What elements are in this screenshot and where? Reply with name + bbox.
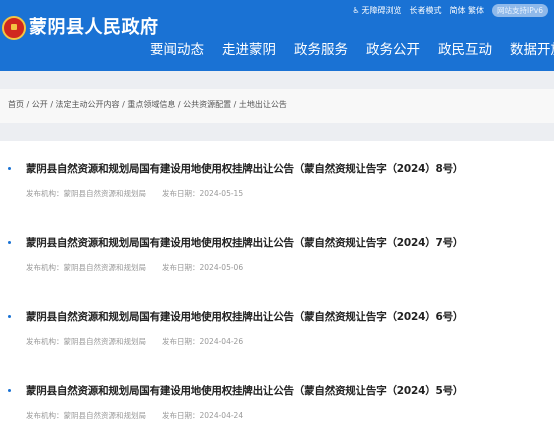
bullet-icon	[8, 167, 11, 170]
list-item: 蒙阴县自然资源和规划局国有建设用地使用权挂牌出让公告（蒙自然资规让告字（2024…	[0, 141, 554, 215]
accessibility-label: 无障碍浏览	[361, 6, 402, 15]
bottom-divider-band	[0, 123, 554, 141]
publish-date: 发布日期：2024-04-26	[162, 337, 244, 346]
ipv6-badge: 网站支持IPv6	[492, 4, 548, 17]
publish-date: 发布日期：2024-05-06	[162, 263, 244, 272]
article-list: 蒙阴县自然资源和规划局国有建设用地使用权挂牌出让公告（蒙自然资规让告字（2024…	[0, 141, 554, 437]
list-item: 蒙阴县自然资源和规划局国有建设用地使用权挂牌出让公告（蒙自然资规让告字（2024…	[0, 289, 554, 363]
article-title-link[interactable]: 蒙阴县自然资源和规划局国有建设用地使用权挂牌出让公告（蒙自然资规让告字（2024…	[10, 383, 554, 398]
site-title[interactable]: 蒙阴县人民政府	[29, 13, 159, 39]
traditional-link[interactable]: 繁体	[468, 6, 484, 15]
utility-bar: ♿ 无障碍浏览 长者模式 简体 繁体 网站支持IPv6	[352, 4, 548, 17]
nav-item-interaction[interactable]: 政民互动	[438, 38, 492, 58]
nav-item-about[interactable]: 走进蒙阴	[222, 38, 276, 58]
publisher-label: 发布机构：蒙阴县自然资源和规划局	[26, 189, 146, 198]
list-item: 蒙阴县自然资源和规划局国有建设用地使用权挂牌出让公告（蒙自然资规让告字（2024…	[0, 363, 554, 437]
publisher-label: 发布机构：蒙阴县自然资源和规划局	[26, 263, 146, 272]
wheelchair-icon: ♿	[352, 6, 360, 15]
bullet-icon	[8, 315, 11, 318]
article-title-link[interactable]: 蒙阴县自然资源和规划局国有建设用地使用权挂牌出让公告（蒙自然资规让告字（2024…	[10, 235, 554, 250]
nav-item-open-data[interactable]: 数据开放	[510, 38, 554, 58]
main-nav: 要闻动态 走进蒙阴 政务服务 政务公开 政民互动 数据开放	[150, 38, 554, 58]
elder-mode-link[interactable]: 长者模式	[410, 5, 442, 16]
national-emblem-icon	[2, 16, 26, 40]
nav-item-services[interactable]: 政务服务	[294, 38, 348, 58]
accessibility-link[interactable]: ♿ 无障碍浏览	[352, 5, 401, 16]
nav-item-disclosure[interactable]: 政务公开	[366, 38, 420, 58]
simplified-link[interactable]: 简体	[450, 6, 466, 15]
site-header: ♿ 无障碍浏览 长者模式 简体 繁体 网站支持IPv6 蒙阴县人民政府 要闻动态…	[0, 0, 554, 71]
breadcrumb-text[interactable]: 首页 / 公开 / 法定主动公开内容 / 重点领域信息 / 公共资源配置 / 土…	[8, 100, 287, 109]
bullet-icon	[8, 389, 11, 392]
breadcrumb: 首页 / 公开 / 法定主动公开内容 / 重点领域信息 / 公共资源配置 / 土…	[0, 89, 554, 123]
article-title-link[interactable]: 蒙阴县自然资源和规划局国有建设用地使用权挂牌出让公告（蒙自然资规让告字（2024…	[10, 309, 554, 324]
publish-date: 发布日期：2024-04-24	[162, 411, 244, 420]
top-divider-band	[0, 71, 554, 89]
publisher-label: 发布机构：蒙阴县自然资源和规划局	[26, 337, 146, 346]
article-title-link[interactable]: 蒙阴县自然资源和规划局国有建设用地使用权挂牌出让公告（蒙自然资规让告字（2024…	[10, 161, 554, 176]
bullet-icon	[8, 241, 11, 244]
publish-date: 发布日期：2024-05-15	[162, 189, 244, 198]
publisher-label: 发布机构：蒙阴县自然资源和规划局	[26, 411, 146, 420]
list-item: 蒙阴县自然资源和规划局国有建设用地使用权挂牌出让公告（蒙自然资规让告字（2024…	[0, 215, 554, 289]
nav-item-news[interactable]: 要闻动态	[150, 38, 204, 58]
